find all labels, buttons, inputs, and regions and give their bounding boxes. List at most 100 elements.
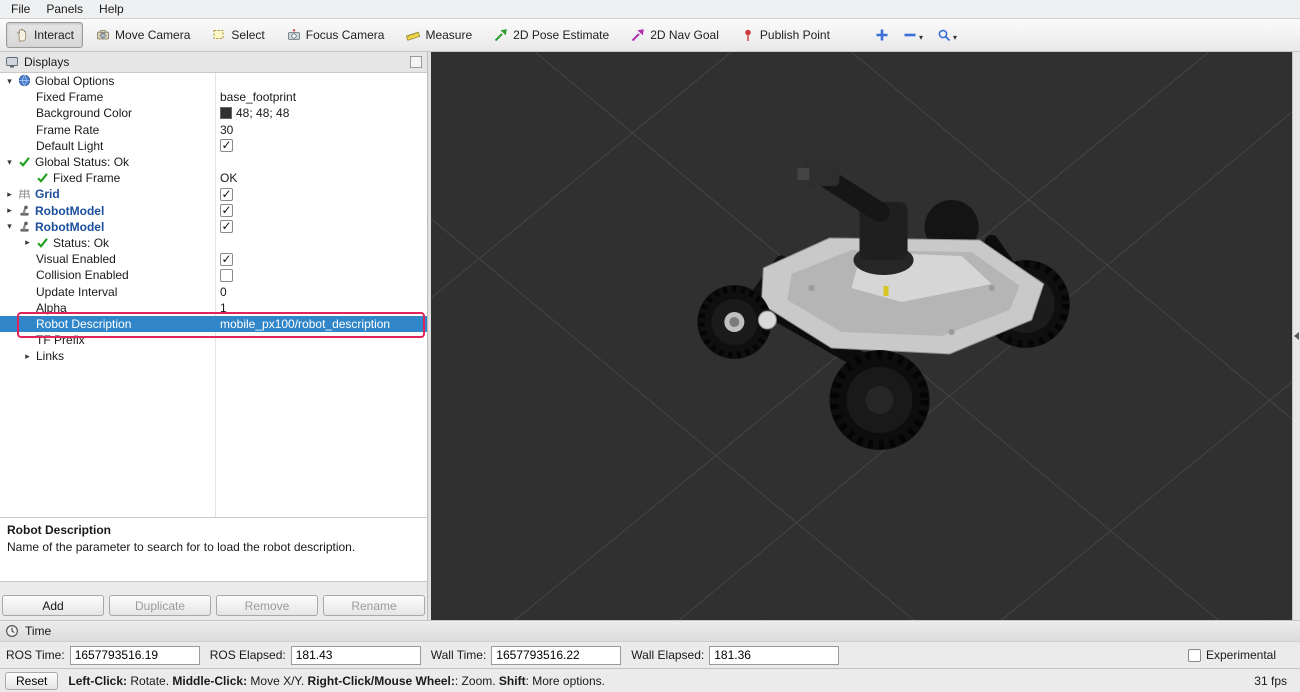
tree-row-grid[interactable]: ▸ Grid ✓: [0, 186, 427, 202]
tree-row-label: Grid: [35, 187, 60, 201]
tree-row-frame-rate[interactable]: Frame Rate 30: [0, 122, 427, 138]
tree-row-robot-description[interactable]: Robot Description mobile_px100/robot_desc…: [0, 316, 427, 332]
tree-row-status-ok[interactable]: ▸ Status: Ok: [0, 235, 427, 251]
tree-row-alpha[interactable]: Alpha 1: [0, 300, 427, 316]
dropdown-arrow-icon[interactable]: ▾: [953, 34, 957, 42]
expand-arrow-icon[interactable]: ▾: [4, 221, 15, 232]
panel-float-button[interactable]: [410, 56, 422, 68]
checkbox[interactable]: ✓: [220, 220, 233, 233]
time-fields: ROS Time:ROS Elapsed:Wall Time:Wall Elap…: [6, 646, 839, 665]
expand-arrow-icon[interactable]: ▸: [22, 351, 33, 362]
tool-publish-point[interactable]: Publish Point: [732, 22, 839, 48]
time-panel-header[interactable]: Time: [0, 620, 1300, 642]
3d-viewport[interactable]: [431, 52, 1292, 620]
rename-button[interactable]: Rename: [323, 595, 425, 616]
tree-row-label: Status: Ok: [53, 236, 109, 250]
tree-row-label: Links: [36, 349, 64, 363]
ros-elapsed-label: ROS Elapsed:: [210, 648, 286, 662]
tree-row-global-status-ok[interactable]: ▾Global Status: Ok: [0, 154, 427, 170]
tool-select[interactable]: Select: [203, 22, 273, 48]
wall-time-label: Wall Time:: [431, 648, 487, 662]
tree-row-value: 48; 48; 48: [236, 106, 289, 120]
tree-row-update-interval[interactable]: Update Interval0: [0, 283, 427, 299]
tree-row-tf-prefix[interactable]: TF Prefix: [0, 332, 427, 348]
tool-measure[interactable]: Measure: [397, 22, 481, 48]
duplicate-button[interactable]: Duplicate: [109, 595, 211, 616]
checkbox[interactable]: [220, 269, 233, 282]
status-bar: Reset Left-Click: Rotate. Middle-Click: …: [0, 668, 1300, 692]
checkbox[interactable]: ✓: [220, 188, 233, 201]
tool-interact[interactable]: Interact: [6, 22, 83, 48]
zoom-reset-icon: [937, 28, 951, 42]
tool-move-camera[interactable]: Move Camera: [87, 22, 199, 48]
displays-buttons: AddDuplicateRemoveRename: [0, 595, 427, 620]
tree-row-label: Fixed Frame: [36, 90, 103, 104]
displays-panel-title: Displays: [24, 55, 69, 69]
checkbox[interactable]: ✓: [220, 139, 233, 152]
remove-button[interactable]: Remove: [216, 595, 318, 616]
publish-point-icon: [741, 28, 755, 42]
grid-icon: [18, 187, 32, 201]
robot-icon: [18, 204, 32, 218]
experimental-checkbox[interactable]: [1188, 649, 1201, 662]
tree-row-value: 30: [220, 123, 233, 137]
zoom-in-button[interactable]: [875, 28, 889, 42]
tree-row-value: mobile_px100/robot_description: [220, 317, 390, 331]
tree-row-value: OK: [220, 171, 237, 185]
property-description-title: Robot Description: [7, 523, 420, 537]
wall-elapsed-input[interactable]: [709, 646, 839, 665]
statusbar-help: Left-Click: Rotate. Middle-Click: Move X…: [68, 674, 1244, 688]
rviz-window: FilePanelsHelp InteractMove CameraSelect…: [0, 0, 1300, 692]
expand-arrow-icon[interactable]: ▸: [22, 237, 33, 248]
expand-arrow-icon[interactable]: ▾: [4, 76, 15, 87]
tree-row-background-color[interactable]: Background Color48; 48; 48: [0, 105, 427, 121]
tool-2d-nav-goal[interactable]: 2D Nav Goal: [622, 22, 728, 48]
expand-arrow-icon[interactable]: ▸: [4, 189, 15, 200]
tree-row-label: Frame Rate: [36, 123, 99, 137]
displays-panel-header[interactable]: Displays: [0, 52, 427, 72]
help-action: : Zoom.: [455, 674, 499, 688]
tree-row-collision-enabled[interactable]: Collision Enabled: [0, 267, 427, 283]
tree-row-global-options[interactable]: ▾Global Options: [0, 73, 427, 89]
main-area: Displays ▾Global OptionsFixed Framebase_…: [0, 52, 1300, 620]
side-panel-collapsed[interactable]: [1292, 52, 1300, 620]
menu-item-help[interactable]: Help: [92, 1, 131, 17]
ros-elapsed-input[interactable]: [291, 646, 421, 665]
tree-row-value: 1: [220, 301, 227, 315]
checkbox[interactable]: ✓: [220, 253, 233, 266]
tree-row-fixed-frame[interactable]: Fixed FrameOK: [0, 170, 427, 186]
add-button[interactable]: Add: [2, 595, 104, 616]
wall-time-input[interactable]: [491, 646, 621, 665]
tree-row-label: TF Prefix: [36, 333, 85, 347]
dropdown-arrow-icon[interactable]: ▾: [919, 34, 923, 42]
checkbox[interactable]: ✓: [220, 204, 233, 217]
expand-arrow-icon[interactable]: ▾: [4, 157, 15, 168]
experimental-label: Experimental: [1206, 648, 1276, 662]
property-description: Robot Description Name of the parameter …: [0, 518, 427, 582]
tool-2d-pose-estimate[interactable]: 2D Pose Estimate: [485, 22, 618, 48]
help-action: Rotate.: [127, 674, 172, 688]
reset-button[interactable]: Reset: [5, 672, 58, 690]
tree-row-label: Visual Enabled: [36, 252, 116, 266]
tree-row-label: Robot Description: [36, 317, 131, 331]
status-ok-icon: [36, 236, 50, 250]
expand-arrow-icon[interactable]: ▸: [4, 205, 15, 216]
tool-focus-camera[interactable]: Focus Camera: [278, 22, 394, 48]
ros-time-input[interactable]: [70, 646, 200, 665]
zoom-reset-button[interactable]: ▾: [937, 28, 957, 42]
focus-camera-icon: [287, 28, 301, 42]
help-action: : More options.: [526, 674, 605, 688]
menu-item-file[interactable]: File: [4, 1, 37, 17]
menu-item-panels[interactable]: Panels: [39, 1, 90, 17]
tree-row-fixed-frame[interactable]: Fixed Framebase_footprint: [0, 89, 427, 105]
tree-row-label: Update Interval: [36, 285, 117, 299]
property-description-text: Name of the parameter to search for to l…: [7, 540, 420, 554]
zoom-in-icon: [875, 28, 889, 42]
tree-row-robotmodel[interactable]: ▸RobotModel✓: [0, 203, 427, 219]
tree-row-default-light[interactable]: Default Light✓: [0, 138, 427, 154]
tree-row-visual-enabled[interactable]: Visual Enabled ✓: [0, 251, 427, 267]
tree-row-robotmodel[interactable]: ▾RobotModel✓: [0, 219, 427, 235]
tree-row-links[interactable]: ▸Links: [0, 348, 427, 364]
tree-row-label: Alpha: [36, 301, 67, 315]
zoom-out-button[interactable]: ▾: [903, 28, 923, 42]
